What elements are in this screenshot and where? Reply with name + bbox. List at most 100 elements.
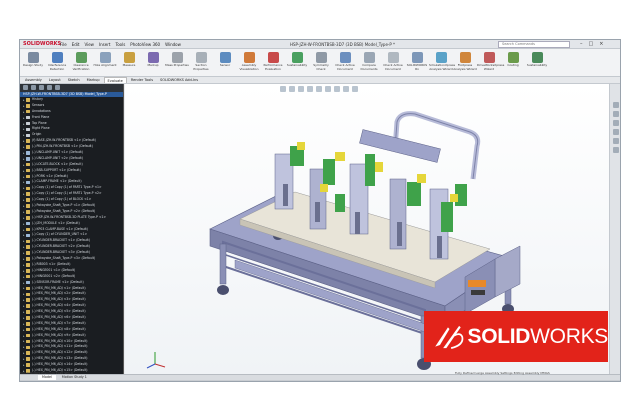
design-library-icon[interactable] [612, 111, 619, 117]
part-icon [26, 227, 30, 232]
ribbon-button[interactable]: Sustainability [526, 49, 548, 76]
part-icon [26, 351, 30, 355]
ribbon-button-label: FloXpress Analysis Wizard [453, 63, 477, 71]
part-icon [26, 322, 30, 326]
plane-icon [26, 127, 30, 132]
ribbon-button[interactable]: SOLIDWORKS Rx [406, 49, 428, 76]
ribbon-button[interactable]: Compare Documents [358, 49, 380, 76]
ribbon-button[interactable]: Design Study [22, 49, 44, 76]
ribbon-button-label: Check Active Document [383, 63, 403, 71]
ribbon-button[interactable]: Clearance Verification [70, 49, 92, 76]
ribbon-button[interactable]: Performance Evaluation [262, 49, 284, 76]
ribbon-tool-icon [147, 52, 159, 63]
menu-file[interactable]: File [60, 41, 67, 48]
status-bar [20, 380, 620, 381]
ribbon-tool-icon [411, 52, 423, 63]
ribbon-button-label: SOLIDWORKS Rx [406, 63, 428, 71]
ribbon-button[interactable]: Check Active Document [334, 49, 356, 76]
menu-photoview[interactable]: PhotoView 360 [130, 41, 160, 48]
command-tab[interactable]: Assembly [22, 77, 45, 83]
part-icon [26, 251, 30, 255]
part-icon [26, 239, 30, 244]
command-tab[interactable]: Sketch [65, 77, 83, 83]
part-icon [26, 339, 30, 344]
part-icon [26, 357, 30, 361]
ribbon-button[interactable]: Interference Detection [46, 49, 68, 76]
ribbon-button-label: Performance Evaluation [263, 63, 283, 71]
ribbon-button[interactable]: FloXpress Analysis Wizard [453, 49, 477, 76]
search-commands-input[interactable]: Search Commands [498, 41, 570, 48]
ribbon-button[interactable]: Check Active Document [382, 49, 404, 76]
maximize-button[interactable]: □ [589, 41, 594, 48]
solidworks-resources-icon[interactable] [612, 102, 619, 108]
menu-bar: File Edit View Insert Tools PhotoView 36… [60, 41, 181, 48]
ribbon-button[interactable]: DriveWorksXpress Wizard [477, 49, 504, 76]
window-controls: – □ × [580, 41, 603, 48]
ribbon-button-label: Compare Documents [360, 63, 378, 71]
ribbon-button[interactable]: Assembly Visualization [238, 49, 260, 76]
part-icon [26, 216, 30, 220]
ribbon-button[interactable]: Sustainability [286, 49, 308, 76]
menu-view[interactable]: View [84, 41, 94, 48]
ribbon-button[interactable]: Markup [142, 49, 164, 76]
ribbon-button[interactable]: Symmetry Check [310, 49, 332, 76]
asm-icon [26, 180, 30, 185]
part-icon [26, 292, 30, 297]
display-manager-icon[interactable] [55, 85, 60, 90]
part-icon [26, 274, 30, 279]
ribbon-button[interactable]: Mass Properties [165, 49, 189, 76]
appearances-icon[interactable] [612, 138, 619, 144]
ribbon-tool-icon [531, 52, 543, 63]
ribbon-button[interactable]: Section Properties [190, 49, 212, 76]
ribbon-button-label: Design Study [23, 63, 43, 67]
part-icon [26, 186, 30, 191]
custom-properties-icon[interactable] [612, 147, 619, 153]
part-icon [26, 363, 30, 367]
ribbon-button[interactable]: SimulationXpress Analysis Wizard [429, 49, 456, 76]
ribbon-button[interactable]: Measure [118, 49, 140, 76]
solidworks-brand-badge: SOLIDWORKS [424, 311, 608, 362]
asm-icon [26, 157, 30, 161]
menu-window[interactable]: Window [165, 41, 181, 48]
property-manager-icon[interactable] [31, 85, 36, 90]
part-icon [26, 310, 30, 314]
menu-edit[interactable]: Edit [72, 41, 80, 48]
configuration-manager-icon[interactable] [39, 85, 44, 90]
command-tab[interactable]: Render Tools [128, 77, 156, 83]
ribbon-button[interactable]: Costing [502, 49, 524, 76]
command-tab[interactable]: Evaluate [103, 77, 127, 83]
command-tab[interactable]: Markup [84, 77, 103, 83]
minimize-button[interactable]: – [580, 41, 583, 48]
document-title: HSP-JZH-W-FRONTBSB-3D7 (3D BSB) Model_Ty… [290, 42, 396, 47]
part-icon [26, 162, 30, 167]
feature-manager-icon[interactable] [23, 85, 28, 90]
part-icon [26, 198, 30, 202]
ribbon-button[interactable]: Hole Alignment [93, 49, 117, 76]
ribbon-button-label: Measure [122, 63, 136, 67]
view-palette-icon[interactable] [612, 129, 619, 135]
command-tab[interactable]: SOLIDWORKS Add-Ins [157, 77, 201, 83]
ribbon-button-label: Symmetry Check [313, 63, 329, 71]
ribbon-tool-icon [75, 52, 87, 63]
part-icon [26, 174, 30, 179]
task-pane [609, 84, 620, 374]
close-button[interactable]: × [599, 41, 603, 48]
plane-icon [26, 121, 30, 126]
app-logo: SOLIDWORKS [23, 41, 62, 47]
command-tab[interactable]: Layout [46, 77, 64, 83]
folder-icon [26, 104, 30, 108]
folder-icon [26, 109, 30, 114]
dimxpert-icon[interactable] [47, 85, 52, 90]
ribbon-button[interactable]: Sensor [214, 49, 236, 76]
part-icon [26, 168, 30, 173]
file-explorer-icon[interactable] [612, 120, 619, 126]
part-icon [26, 286, 30, 291]
menu-insert[interactable]: Insert [99, 41, 110, 48]
ribbon-tool-icon [267, 52, 279, 63]
ribbon-button-label: SimulationXpress Analysis Wizard [429, 63, 456, 71]
ribbon-tool-icon [483, 52, 495, 63]
ribbon-button-label: Assembly Visualization [239, 63, 259, 71]
menu-tools[interactable]: Tools [115, 41, 125, 48]
triad-axes [146, 352, 166, 369]
ribbon-tool-icon [507, 52, 519, 63]
